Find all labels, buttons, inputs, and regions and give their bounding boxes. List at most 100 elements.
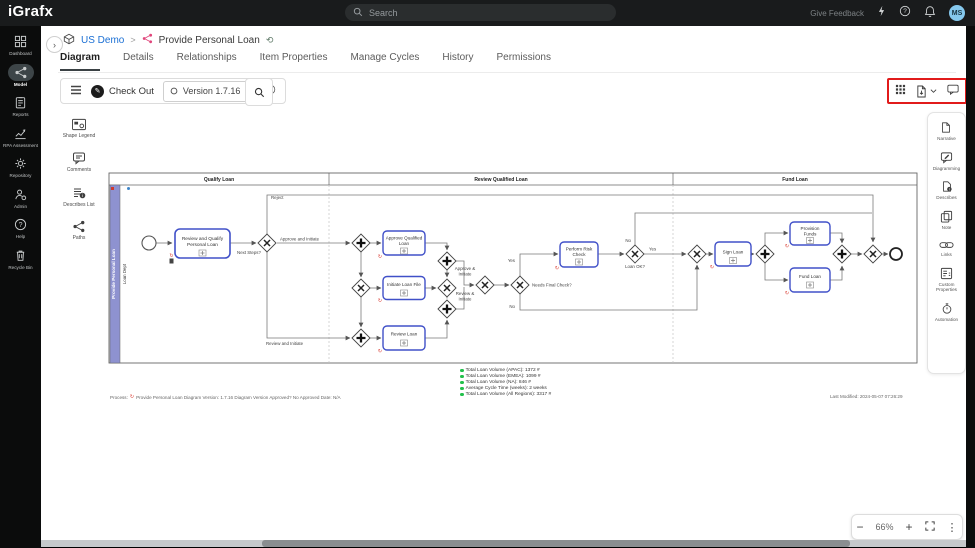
svg-text:Approve and Initiate: Approve and Initiate bbox=[280, 237, 320, 242]
check-out-button[interactable]: ✎ Check Out bbox=[91, 85, 154, 98]
diagramming-button[interactable]: Diagramming bbox=[933, 151, 960, 172]
svg-text:Reject: Reject bbox=[271, 195, 284, 200]
grid-apps-icon[interactable] bbox=[895, 82, 906, 100]
shape-legend-button[interactable]: Shape Legend bbox=[63, 118, 96, 139]
fullscreen-icon[interactable] bbox=[925, 518, 935, 536]
sidebar-item-reports[interactable]: Reports bbox=[1, 94, 41, 118]
svg-text:Review and Initiate: Review and Initiate bbox=[266, 341, 304, 346]
green-dot-icon bbox=[460, 393, 464, 397]
workspace-icon bbox=[63, 33, 75, 48]
svg-text:Personal Loan: Personal Loan bbox=[187, 242, 218, 248]
tab-manage-cycles[interactable]: Manage Cycles bbox=[350, 52, 419, 71]
zoom-level: 66% bbox=[875, 522, 893, 532]
svg-text:Review &: Review & bbox=[456, 291, 475, 296]
end-event[interactable] bbox=[890, 248, 902, 260]
custom-properties-button[interactable]: Custom Properties bbox=[928, 267, 965, 293]
export-document-button[interactable] bbox=[916, 85, 937, 98]
zoom-out-button[interactable]: − bbox=[856, 520, 863, 534]
note-button[interactable]: Note bbox=[940, 210, 953, 231]
narrative-button[interactable]: Narrative bbox=[937, 121, 956, 142]
svg-text:Check: Check bbox=[572, 252, 586, 257]
top-bar: iGrafx Search Give Feedback ? MS bbox=[0, 0, 975, 26]
tab-permissions[interactable]: Permissions bbox=[497, 52, 551, 71]
sidebar-item-help[interactable]: ? Help bbox=[1, 216, 41, 240]
question-icon: ? bbox=[8, 216, 33, 233]
refresh-badge-icon: ↻ bbox=[555, 266, 559, 272]
subprocess-marker-icon bbox=[401, 340, 408, 346]
refresh-badge-icon: ↻ bbox=[785, 291, 789, 297]
sidebar-item-repository[interactable]: Repository bbox=[1, 155, 41, 179]
pool-label: Provide Personal Loan bbox=[111, 249, 116, 299]
breadcrumb: US Demo > Provide Personal Loan ⟲ bbox=[63, 32, 273, 48]
sidebar-item-model[interactable]: Model bbox=[1, 64, 41, 88]
svg-text:?: ? bbox=[903, 8, 907, 15]
sidebar-item-rpa-assessment[interactable]: RPA Assessment bbox=[1, 125, 41, 149]
more-options-icon[interactable]: ⋮ bbox=[947, 521, 958, 534]
admin-user-icon bbox=[8, 186, 33, 203]
annotation-highlight-box bbox=[887, 78, 967, 104]
tab-history[interactable]: History bbox=[442, 52, 473, 71]
task-review-and-qualify-personal-loan[interactable]: Review and Qualify Personal Loan ↻ bbox=[169, 229, 230, 264]
refresh-badge-icon: ↻ bbox=[169, 253, 173, 259]
task-review-loan[interactable]: Review Loan ↻ bbox=[378, 326, 425, 355]
help-icon[interactable]: ? bbox=[899, 4, 911, 22]
user-avatar[interactable]: MS bbox=[949, 5, 965, 21]
bell-icon[interactable] bbox=[924, 4, 936, 22]
diagramming-icon bbox=[940, 151, 953, 164]
scrollbar-thumb[interactable] bbox=[262, 540, 850, 547]
give-feedback-link[interactable]: Give Feedback bbox=[810, 9, 864, 18]
svg-text:Review Loan: Review Loan bbox=[391, 332, 418, 337]
shape-legend-icon bbox=[71, 118, 87, 131]
search-icon bbox=[353, 7, 363, 19]
bpmn-diagram-canvas[interactable]: Qualify Loan Review Qualified Loan Fund … bbox=[108, 172, 918, 368]
model-share-icon bbox=[8, 64, 34, 81]
search-placeholder: Search bbox=[369, 8, 398, 18]
subprocess-marker-icon bbox=[730, 258, 737, 264]
global-search-input[interactable]: Search bbox=[345, 4, 616, 21]
collapse-panel-button[interactable]: › bbox=[46, 36, 63, 53]
svg-text:Review and Qualify: Review and Qualify bbox=[182, 236, 224, 242]
chevron-down-icon bbox=[930, 88, 937, 94]
refresh-badge-icon: ↻ bbox=[378, 254, 382, 260]
svg-text:Provision: Provision bbox=[801, 226, 820, 231]
hamburger-menu-icon[interactable] bbox=[70, 82, 82, 100]
paths-button[interactable]: Paths bbox=[72, 220, 86, 241]
tab-diagram[interactable]: Diagram bbox=[60, 52, 100, 71]
tab-details[interactable]: Details bbox=[123, 52, 154, 71]
zoom-in-button[interactable]: + bbox=[906, 520, 913, 534]
tab-relationships[interactable]: Relationships bbox=[177, 52, 237, 71]
trash-icon bbox=[8, 247, 33, 264]
svg-text:?: ? bbox=[19, 222, 23, 229]
horizontal-scrollbar[interactable] bbox=[41, 540, 966, 547]
left-tool-palette: Shape Legend Comments i Describes List P… bbox=[58, 118, 100, 241]
chart-line-icon bbox=[8, 125, 33, 142]
tab-item-properties[interactable]: Item Properties bbox=[260, 52, 328, 71]
comment-bubble-icon[interactable] bbox=[947, 82, 959, 100]
lightning-icon[interactable] bbox=[877, 4, 886, 22]
diagram-status-text: Process:↻Provide Personal Loan Diagram V… bbox=[110, 394, 341, 400]
links-button[interactable]: Links bbox=[939, 240, 954, 258]
sidebar-item-dashboard[interactable]: Dashboard bbox=[1, 33, 41, 57]
legend-item: Average Cycle Time (weeks): 2 weeks bbox=[460, 386, 551, 391]
start-event[interactable] bbox=[142, 236, 156, 250]
svg-text:No: No bbox=[509, 304, 515, 309]
custom-properties-icon bbox=[940, 267, 953, 280]
phase-qualify-loan: Qualify Loan bbox=[204, 177, 234, 183]
process-status-icon: ↻ bbox=[130, 394, 134, 400]
svg-text:Next Steps?: Next Steps? bbox=[237, 250, 261, 255]
green-dot-icon bbox=[460, 375, 464, 379]
describes-list-button[interactable]: i Describes List bbox=[63, 186, 94, 208]
describes-button[interactable]: i Describes bbox=[936, 180, 956, 201]
dashboard-icon bbox=[8, 33, 33, 50]
comments-button[interactable]: Comments bbox=[67, 151, 91, 173]
sidebar-item-recycle-bin[interactable]: Recycle Bin bbox=[1, 247, 41, 271]
diagram-search-button[interactable] bbox=[245, 78, 273, 106]
svg-text:No: No bbox=[625, 238, 631, 243]
automation-icon bbox=[941, 302, 953, 315]
sidebar-item-admin[interactable]: Admin bbox=[1, 186, 41, 210]
svg-text:Sign Loan: Sign Loan bbox=[723, 250, 744, 255]
version-dropdown[interactable]: Version 1.7.16 ▾ bbox=[163, 81, 256, 102]
breadcrumb-separator: > bbox=[130, 35, 135, 45]
breadcrumb-workspace-link[interactable]: US Demo bbox=[81, 35, 124, 46]
automation-button[interactable]: Automation bbox=[935, 302, 958, 323]
